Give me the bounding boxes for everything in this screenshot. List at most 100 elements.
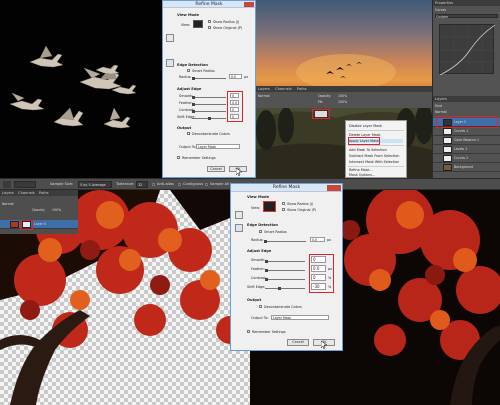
output-to-select[interactable]: Layer Mask	[196, 144, 240, 149]
layer-row[interactable]: Layer 0	[0, 220, 78, 229]
layer-row[interactable]: Curves 2	[433, 154, 500, 163]
remember-settings-checkbox[interactable]	[247, 330, 250, 333]
tab-layers[interactable]: Layers	[2, 191, 14, 195]
show-radius-checkbox[interactable]	[208, 20, 211, 23]
view-label: View:	[181, 23, 191, 27]
radius-field[interactable]: 0.0	[310, 237, 325, 242]
anti-alias-checkbox[interactable]	[152, 183, 155, 186]
dialog-title: Refine Mask	[272, 185, 301, 190]
output-to-label: Output To:	[179, 145, 197, 149]
feather-slider[interactable]	[192, 103, 226, 106]
opacity-label: Opacity:	[318, 94, 332, 98]
decontaminate-label: Decontaminate Colors	[264, 305, 302, 309]
smooth-slider[interactable]	[192, 96, 226, 99]
sample-size-select[interactable]: 5 by 5 Average	[78, 181, 112, 188]
smart-radius-checkbox[interactable]	[187, 69, 190, 72]
smart-radius-checkbox[interactable]	[259, 230, 262, 233]
preset-select[interactable]: Custom	[435, 14, 498, 19]
refine-mask-dialog-small: Refine Mask View Mode View: Show Radius …	[162, 0, 256, 178]
menu-add-mask-to-selection[interactable]: Add Mask To Selection	[349, 148, 387, 152]
layer-row[interactable]: Background	[433, 163, 500, 172]
view-mode-heading: View Mode	[177, 13, 200, 17]
layer-row[interactable]: Curves 1	[433, 127, 500, 136]
refine-brush-tool-icon[interactable]	[235, 224, 243, 232]
radius-slider[interactable]	[264, 240, 306, 243]
show-original-checkbox[interactable]	[208, 26, 211, 29]
tab-paths[interactable]: Paths	[297, 87, 307, 91]
contrast-slider[interactable]	[265, 278, 305, 281]
zoom-tool-icon[interactable]	[235, 211, 243, 219]
layer-row[interactable]: Color Balance 1	[433, 136, 500, 145]
apply-mask-highlight	[348, 137, 380, 145]
remember-settings-label: Remember Settings	[252, 330, 286, 334]
smooth-slider[interactable]	[265, 260, 305, 263]
sample-all-checkbox[interactable]	[205, 183, 208, 186]
show-radius-checkbox[interactable]	[282, 202, 285, 205]
layer1-highlight	[436, 116, 498, 128]
selection-mode-buttons[interactable]	[14, 181, 36, 188]
layer-row[interactable]: Levels 1	[433, 145, 500, 154]
radius-unit: px	[327, 238, 332, 242]
contrast-slider[interactable]	[192, 110, 226, 113]
remember-settings-label: Remember Settings	[182, 156, 216, 160]
shift-edge-slider[interactable]	[192, 117, 226, 120]
menu-disable-layer-mask[interactable]: Disable Layer Mask	[349, 124, 382, 128]
show-original-label: Show Original (P)	[287, 208, 317, 212]
cancel-button[interactable]: Cancel	[207, 166, 225, 172]
output-heading: Output	[177, 126, 192, 130]
output-to-label: Output To:	[251, 316, 269, 320]
decontaminate-checkbox[interactable]	[187, 132, 190, 135]
opacity-label: Opacity:	[32, 208, 46, 212]
radius-label: Radius:	[251, 238, 264, 242]
menu-subtract-mask[interactable]: Subtract Mask From Selection	[349, 154, 399, 158]
menu-refine-mask[interactable]: Refine Mask...	[349, 168, 373, 172]
tab-layers[interactable]: Layers	[258, 87, 270, 91]
radius-slider[interactable]	[192, 77, 226, 80]
tab-channels[interactable]: Channels	[275, 87, 292, 91]
show-original-label: Show Original (P)	[213, 26, 243, 30]
tab-paths[interactable]: Paths	[39, 191, 49, 195]
geese-image	[0, 0, 162, 178]
decontaminate-checkbox[interactable]	[259, 305, 262, 308]
bottom-layers-tabs: Layers Channels Paths	[0, 190, 78, 196]
refine-brush-tool-icon[interactable]	[166, 59, 174, 67]
shift-edge-slider[interactable]	[265, 287, 305, 290]
menu-intersect-mask[interactable]: Intersect Mask With Selection	[349, 160, 399, 164]
kind-filter[interactable]: Kind	[435, 104, 498, 108]
blend-mode-bottom[interactable]: Normal	[2, 202, 76, 206]
dialog-titlebar: Refine Mask	[231, 184, 342, 192]
menu-mask-options[interactable]: Mask Options...	[349, 173, 375, 177]
view-preview-thumb[interactable]	[193, 20, 203, 28]
magic-wand-icon[interactable]	[3, 181, 11, 188]
feather-slider[interactable]	[265, 269, 305, 272]
output-to-select[interactable]: Layer Mask	[271, 315, 329, 320]
opacity-value[interactable]: 100%	[338, 94, 347, 98]
close-button[interactable]	[244, 2, 254, 7]
view-label: View:	[251, 206, 261, 210]
adjust-edge-heading: Adjust Edge	[247, 249, 272, 253]
blend-mode-select[interactable]: Normal	[258, 94, 270, 98]
radius-field[interactable]: 0.0	[229, 74, 242, 79]
fill-label: Fill:	[318, 100, 324, 104]
tab-layers-right[interactable]: Layers	[435, 97, 447, 101]
smart-radius-label: Smart Radius	[264, 230, 287, 234]
anti-alias-label: Anti-alias	[157, 182, 174, 186]
fill-value[interactable]: 100%	[338, 100, 347, 104]
curve-line	[439, 24, 496, 76]
contiguous-checkbox[interactable]	[178, 183, 181, 186]
edge-detection-heading: Edge Detection	[177, 63, 208, 67]
tolerance-field[interactable]: 32	[136, 181, 148, 188]
zoom-tool-icon[interactable]	[166, 34, 174, 42]
blend-mode-right[interactable]: Normal	[435, 110, 498, 114]
curves-graph[interactable]	[439, 24, 496, 76]
refine-mask-dialog-large: Refine Mask View Mode View: Show Radius …	[230, 183, 343, 351]
view-preview-thumb[interactable]	[263, 201, 276, 212]
show-original-checkbox[interactable]	[282, 208, 285, 211]
tab-channels[interactable]: Channels	[18, 191, 35, 195]
layers-panel-bottom: Layers Channels Paths Normal Opacity: 10…	[0, 190, 78, 234]
smooth-label: Smooth:	[251, 258, 266, 262]
remember-settings-checkbox[interactable]	[177, 156, 180, 159]
output-heading: Output	[247, 298, 262, 302]
close-button[interactable]	[327, 185, 341, 191]
cancel-button[interactable]: Cancel	[287, 339, 309, 346]
